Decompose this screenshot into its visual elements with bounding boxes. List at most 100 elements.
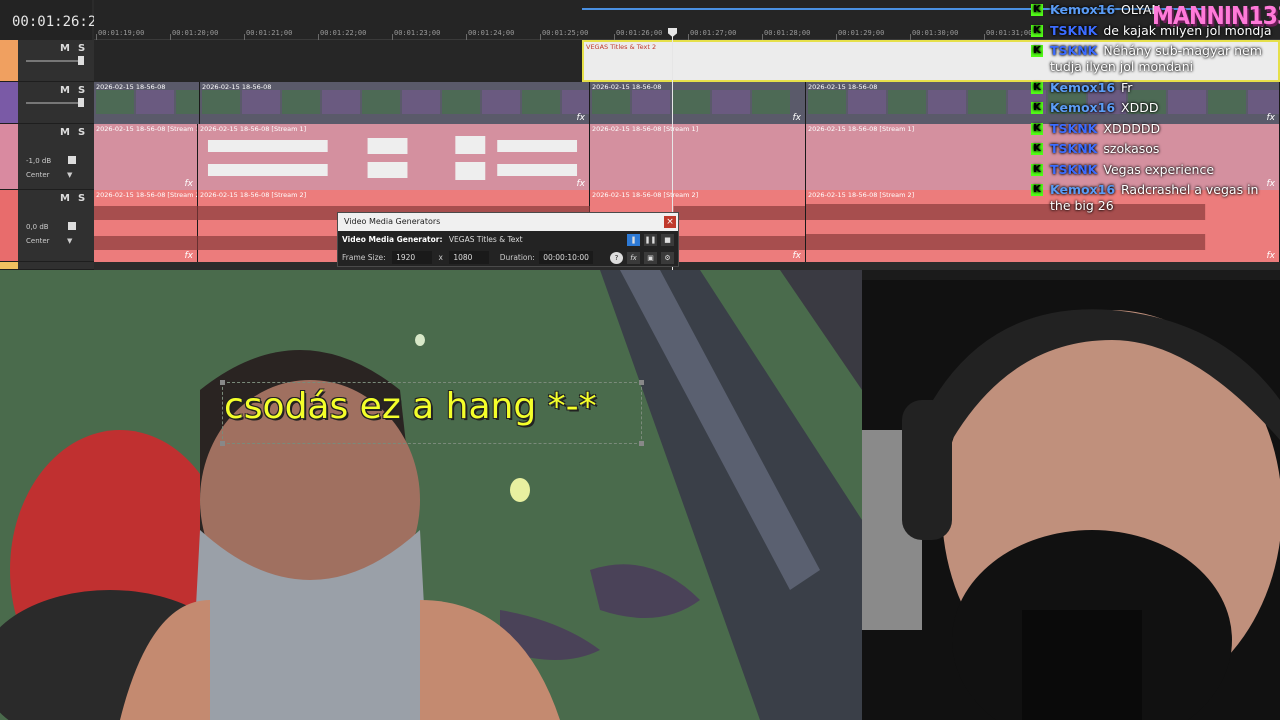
video-clip[interactable]: 2026-02-15 18-56-08 fx [200, 82, 590, 124]
opacity-slider[interactable] [26, 102, 84, 104]
opacity-slider[interactable] [26, 60, 84, 62]
pause-icon[interactable]: ❚❚ [644, 234, 657, 246]
pan-dropdown-icon[interactable]: ▼ [67, 171, 72, 179]
clip-label: 2026-02-15 18-56-08 [Stream 2] [808, 191, 915, 199]
slider-knob[interactable] [78, 56, 84, 65]
chat-username: TSKNK [1050, 22, 1098, 38]
video-clip[interactable]: 2026-02-15 18-56-08 fx [590, 82, 806, 124]
clip-label: 2026-02-15 18-56-08 [592, 83, 662, 91]
mute-button: M [60, 43, 78, 54]
chat-message: K TSKNK szokasos [1022, 141, 1280, 157]
chat-username: Kemox16 [1050, 79, 1116, 95]
kick-badge-icon: K [1031, 122, 1043, 135]
kick-badge-icon: K [1031, 24, 1043, 37]
fx-icon[interactable]: fx [577, 113, 586, 123]
track-color-strip [0, 190, 18, 261]
video-thumbnail [242, 90, 280, 114]
clip-label: 2026-02-15 18-56-08 [Stream 2] [96, 191, 198, 199]
frame-width-input[interactable]: 1920 [392, 251, 433, 264]
video-thumbnail [562, 90, 589, 114]
clip-label: 2026-02-15 18-56-08 [808, 83, 878, 91]
duration-input[interactable]: 00:00:10:00 [539, 251, 593, 264]
ruler-tick-label: 00:01:20;00 [172, 29, 219, 37]
track-color-strip [0, 262, 18, 269]
save-icon[interactable]: ▣ [644, 252, 657, 264]
volume-knob[interactable] [68, 222, 76, 230]
ruler-tick-label: 00:01:21;00 [246, 29, 293, 37]
chat-overlay: K Kemox16 OLYAN K TSKNK de kajak milyen jo… [1022, 0, 1280, 220]
help-icon[interactable]: ? [610, 252, 623, 264]
mute-solo-buttons[interactable]: MS [60, 85, 93, 96]
track-color-strip [0, 124, 18, 189]
timecode-display[interactable]: 00:01:26:24 [0, 0, 105, 40]
close-button[interactable]: × [664, 216, 676, 228]
fx-icon[interactable]: fx [1267, 251, 1276, 261]
video-clip[interactable]: 2026-02-15 18-56-08 [94, 82, 200, 124]
ruler-tick-label: 00:01:25;00 [542, 29, 589, 37]
resize-handle[interactable] [220, 380, 225, 385]
chat-message: K Kemox16 Radcrashel a vegas in the big 2… [1022, 182, 1280, 214]
chat-message: K Kemox16 XDDD [1022, 100, 1280, 116]
kick-badge-icon: K [1031, 45, 1043, 57]
fx-icon[interactable]: fx [577, 179, 586, 189]
video-thumbnail [322, 90, 360, 114]
resize-handle[interactable] [639, 441, 644, 446]
gear-icon[interactable]: ⚙ [661, 252, 674, 264]
webcam-feed [862, 280, 1280, 720]
frame-height-input[interactable]: 1080 [449, 251, 490, 264]
audio-clip[interactable]: 2026-02-15 18-56-08 [Stream 1] fx [198, 124, 590, 190]
audio-clip[interactable]: 2026-02-15 18-56-08 [Stream 1] [590, 124, 806, 190]
chat-username: Kemox16 [1050, 100, 1116, 115]
slider-knob[interactable] [78, 98, 84, 107]
generator-value: VEGAS Titles & Text [448, 235, 523, 244]
clip-label: 2026-02-15 18-56-08 [96, 83, 166, 91]
video-thumbnail [808, 90, 846, 114]
resize-handle[interactable] [639, 380, 644, 385]
track-color-strip [0, 40, 18, 81]
solo-button: S [77, 85, 94, 96]
clip-label: 2026-02-15 18-56-08 [Stream 1] [808, 125, 915, 133]
fx-icon[interactable]: fx [185, 179, 194, 189]
pause-icon[interactable]: ❚ [627, 234, 640, 246]
video-thumbnail [362, 90, 400, 114]
audio-clip[interactable]: 2026-02-15 18-56-08 [Stream 1] fx [94, 124, 198, 190]
video-caption-text[interactable]: csodás ez a hang *-* [224, 386, 597, 427]
clip-label: 2026-02-15 18-56-08 [Stream 2] [200, 191, 307, 199]
chat-message: K TSKNK XDDDDD [1022, 121, 1280, 137]
fx-icon[interactable]: fx [793, 251, 802, 261]
pan-label: Center [26, 171, 50, 179]
video-thumbnail [888, 90, 926, 114]
channel-logo: MANNIN1337 [1152, 2, 1280, 31]
mute-solo-buttons[interactable]: MS [60, 127, 93, 138]
track-header-title[interactable]: MS [0, 40, 94, 82]
ruler-tick-label: 00:01:30;00 [912, 29, 959, 37]
clip-label: 2026-02-15 18-56-08 [202, 83, 272, 91]
pan-dropdown-icon[interactable]: ▼ [67, 237, 72, 245]
chat-username: TSKNK [1050, 120, 1098, 136]
ruler-tick-label: 00:01:27;00 [690, 29, 737, 37]
ruler-tick-label: 00:01:23;00 [394, 29, 441, 37]
chat-message: K Kemox16 Fr [1022, 80, 1280, 96]
fx-icon[interactable]: fx [627, 252, 640, 264]
track-color-strip [0, 82, 18, 123]
volume-knob[interactable] [68, 156, 76, 164]
ruler-tick-label: 00:01:28;00 [764, 29, 811, 37]
panel-title-bar[interactable]: Video Media Generators × [338, 213, 678, 231]
kick-badge-icon: K [1031, 4, 1043, 16]
audio-waveform [207, 136, 578, 180]
video-thumbnail [136, 90, 174, 114]
video-thumbnail [96, 90, 134, 114]
resize-handle[interactable] [220, 441, 225, 446]
volume-label: 0,0 dB [26, 223, 49, 231]
chat-text: szokasos [1103, 141, 1160, 156]
fx-icon[interactable]: fx [793, 113, 802, 123]
mute-solo-buttons[interactable]: MS [60, 193, 93, 204]
solo-button: S [77, 43, 94, 54]
track-header-audio-1[interactable]: MS -1,0 dB Center ▼ [0, 124, 94, 190]
track-header-audio-2[interactable]: MS 0,0 dB Center ▼ [0, 190, 94, 262]
mute-solo-buttons[interactable]: MS [60, 43, 93, 54]
track-header-video[interactable]: MS [0, 82, 94, 124]
video-thumbnail [282, 90, 320, 114]
video-media-generators-panel: Video Media Generators × Video Media Gen… [337, 212, 679, 267]
stop-icon[interactable]: ■ [661, 234, 674, 246]
